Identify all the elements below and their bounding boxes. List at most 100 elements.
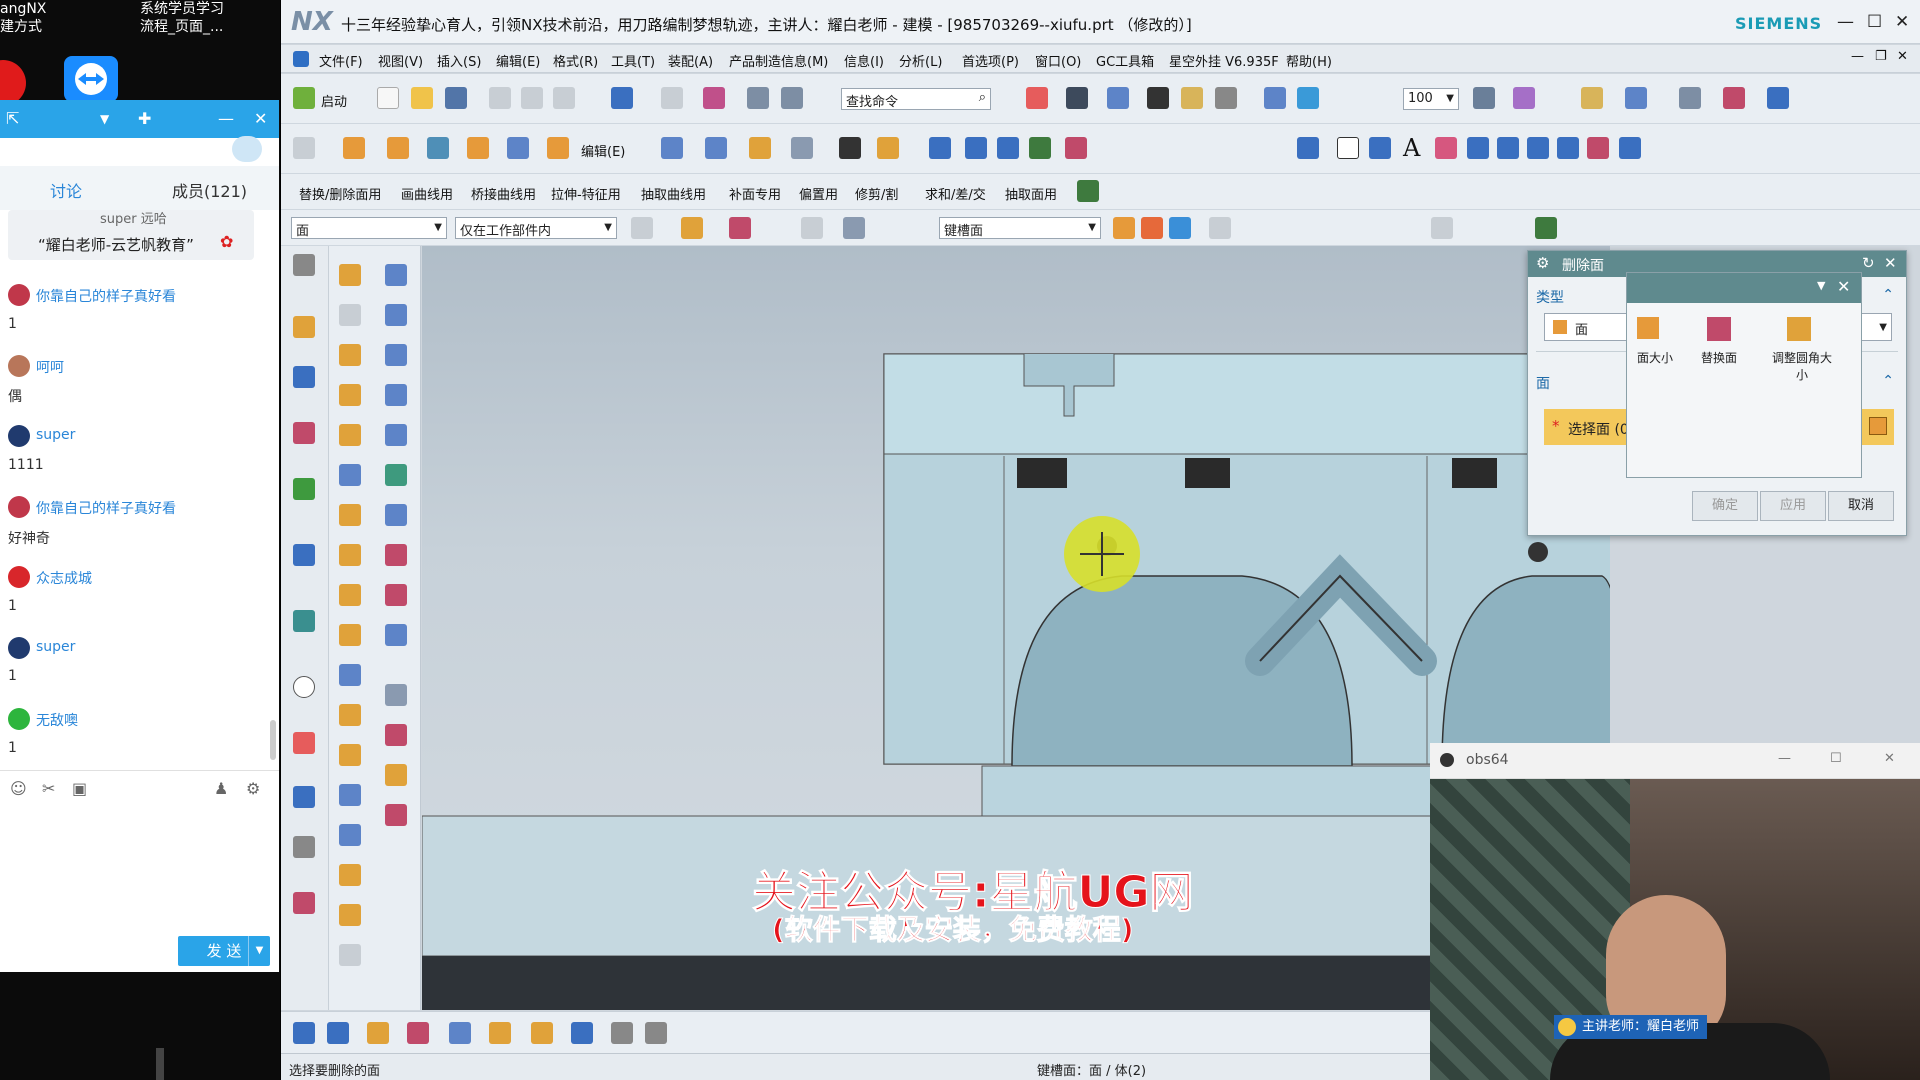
delete-icon[interactable]	[839, 137, 861, 159]
dropdown-icon[interactable]: ▼	[100, 112, 109, 126]
select-face-icon[interactable]	[729, 217, 751, 239]
annotation-icon[interactable]	[571, 1022, 593, 1044]
fit-view-icon[interactable]	[1026, 87, 1048, 109]
new-file-icon[interactable]	[377, 87, 399, 109]
sync-icon[interactable]	[661, 137, 683, 159]
arrow-right-icon[interactable]	[1169, 217, 1191, 239]
pmi-icon[interactable]	[327, 1022, 349, 1044]
image-icon[interactable]: ▣	[72, 779, 87, 798]
shape-icon[interactable]	[1435, 137, 1457, 159]
region-icon[interactable]	[1141, 217, 1163, 239]
doc-restore-icon[interactable]: ❐	[1875, 49, 1887, 64]
palette-tool-icon[interactable]	[339, 904, 361, 926]
palette-tool-icon[interactable]	[385, 384, 407, 406]
palette-tool-icon[interactable]	[385, 804, 407, 826]
palette-tool-icon[interactable]	[339, 824, 361, 846]
text-icon[interactable]: A	[1403, 134, 1420, 162]
extract-curve-icon[interactable]	[1587, 137, 1609, 159]
background-icon[interactable]	[1215, 87, 1237, 109]
palette-tool-icon[interactable]	[339, 704, 361, 726]
draft-icon[interactable]	[877, 137, 899, 159]
constraint-navigator-icon[interactable]	[293, 366, 315, 388]
snap-icon[interactable]	[1297, 87, 1319, 109]
palette-tool-icon[interactable]	[339, 664, 361, 686]
palette-tool-icon[interactable]	[339, 384, 361, 406]
message-author[interactable]: super	[36, 427, 75, 443]
close-icon[interactable]: ✕	[1895, 12, 1909, 32]
desktop-icon-label[interactable]: 流程_页面_...	[140, 18, 223, 36]
message-author[interactable]: 你靠自己的样子真好看	[36, 498, 176, 518]
select-all-icon[interactable]	[681, 217, 703, 239]
assembly-navigator-icon[interactable]	[293, 316, 315, 338]
menu-gc-toolkit[interactable]: GC工具箱	[1096, 51, 1154, 70]
menu-extract-face[interactable]: 抽取面用	[1005, 184, 1057, 203]
minimize-icon[interactable]: —	[218, 109, 234, 128]
menu-analysis[interactable]: 分析(L)	[899, 51, 942, 70]
palette-tool-icon[interactable]	[339, 264, 361, 286]
hole-icon[interactable]	[427, 137, 449, 159]
palette-tool-icon[interactable]	[385, 624, 407, 646]
layer-icon[interactable]	[1181, 87, 1203, 109]
body-icon[interactable]	[843, 217, 865, 239]
settings-icon[interactable]	[293, 254, 315, 276]
avatar[interactable]	[8, 284, 30, 306]
menu-preferences[interactable]: 首选项(P)	[962, 51, 1019, 70]
resize-face-label[interactable]: 面大小	[1637, 349, 1673, 366]
menu-trim-split[interactable]: 修剪/割	[855, 184, 898, 203]
menu-app-icon[interactable]	[293, 51, 309, 67]
collapse-icon[interactable]: ⌃	[1882, 287, 1894, 303]
rectangle-select-icon[interactable]	[801, 217, 823, 239]
speaker-icon[interactable]	[232, 136, 262, 162]
palette-tool-icon[interactable]	[385, 344, 407, 366]
intersect-curve-icon[interactable]	[1557, 137, 1579, 159]
menu-file[interactable]: 文件(F)	[319, 51, 363, 70]
dimension-icon[interactable]	[1767, 87, 1789, 109]
surface-icon[interactable]	[705, 137, 727, 159]
block-icon[interactable]	[507, 137, 529, 159]
ok-button[interactable]: 确定	[1692, 491, 1758, 521]
selection-icon[interactable]	[1264, 87, 1286, 109]
offset-curve-icon[interactable]	[1497, 137, 1519, 159]
display-icon[interactable]	[1473, 87, 1495, 109]
cut-icon[interactable]	[489, 87, 511, 109]
menu-view[interactable]: 视图(V)	[378, 51, 423, 70]
spiral-icon[interactable]	[1369, 137, 1391, 159]
share-icon[interactable]: ⇱	[6, 109, 19, 128]
close-icon[interactable]: ✕	[254, 109, 267, 128]
start-icon[interactable]	[293, 87, 315, 109]
reset-icon[interactable]: ↻	[1862, 254, 1875, 272]
orient-view-icon[interactable]	[1107, 87, 1129, 109]
palette-tool-icon[interactable]	[385, 424, 407, 446]
apply-button[interactable]: 应用	[1760, 491, 1826, 521]
message-author[interactable]: 众志成城	[36, 568, 92, 588]
project-curve-icon[interactable]	[1527, 137, 1549, 159]
obs-title-bar[interactable]: obs64 — ☐ ✕	[1430, 743, 1920, 779]
pmi-icon[interactable]	[489, 1022, 511, 1044]
open-folder-icon[interactable]	[411, 87, 433, 109]
menu-bridge-curve[interactable]: 桥接曲线用	[471, 184, 536, 203]
avatar[interactable]	[8, 637, 30, 659]
bridge-curve-icon[interactable]	[1619, 137, 1641, 159]
close-icon[interactable]: ✕	[1884, 751, 1895, 766]
pmi-icon[interactable]	[449, 1022, 471, 1044]
snap-center-icon[interactable]	[1431, 217, 1453, 239]
avatar[interactable]	[8, 355, 30, 377]
tools-icon[interactable]	[1535, 217, 1557, 239]
settings-icon[interactable]: ⚙	[246, 779, 260, 798]
measure-icon[interactable]	[1581, 87, 1603, 109]
extrude-icon[interactable]	[343, 137, 365, 159]
send-dropdown-icon[interactable]: ▼	[248, 936, 270, 966]
chat-input[interactable]	[0, 805, 279, 930]
sketch-icon[interactable]	[293, 137, 315, 159]
curve-icon[interactable]	[929, 137, 951, 159]
select-face-button[interactable]	[1860, 409, 1894, 445]
minimize-icon[interactable]: —	[1837, 12, 1854, 32]
rectangle-icon[interactable]	[1337, 137, 1359, 159]
minimize-icon[interactable]: —	[1778, 751, 1791, 766]
palette-tool-icon[interactable]	[339, 944, 361, 966]
palette-tool-icon[interactable]	[385, 584, 407, 606]
doc-close-icon[interactable]: ✕	[1897, 49, 1908, 64]
menu-extract-curve[interactable]: 抽取曲线用	[641, 184, 706, 203]
face-icon[interactable]	[1113, 217, 1135, 239]
pmi-icon[interactable]	[531, 1022, 553, 1044]
